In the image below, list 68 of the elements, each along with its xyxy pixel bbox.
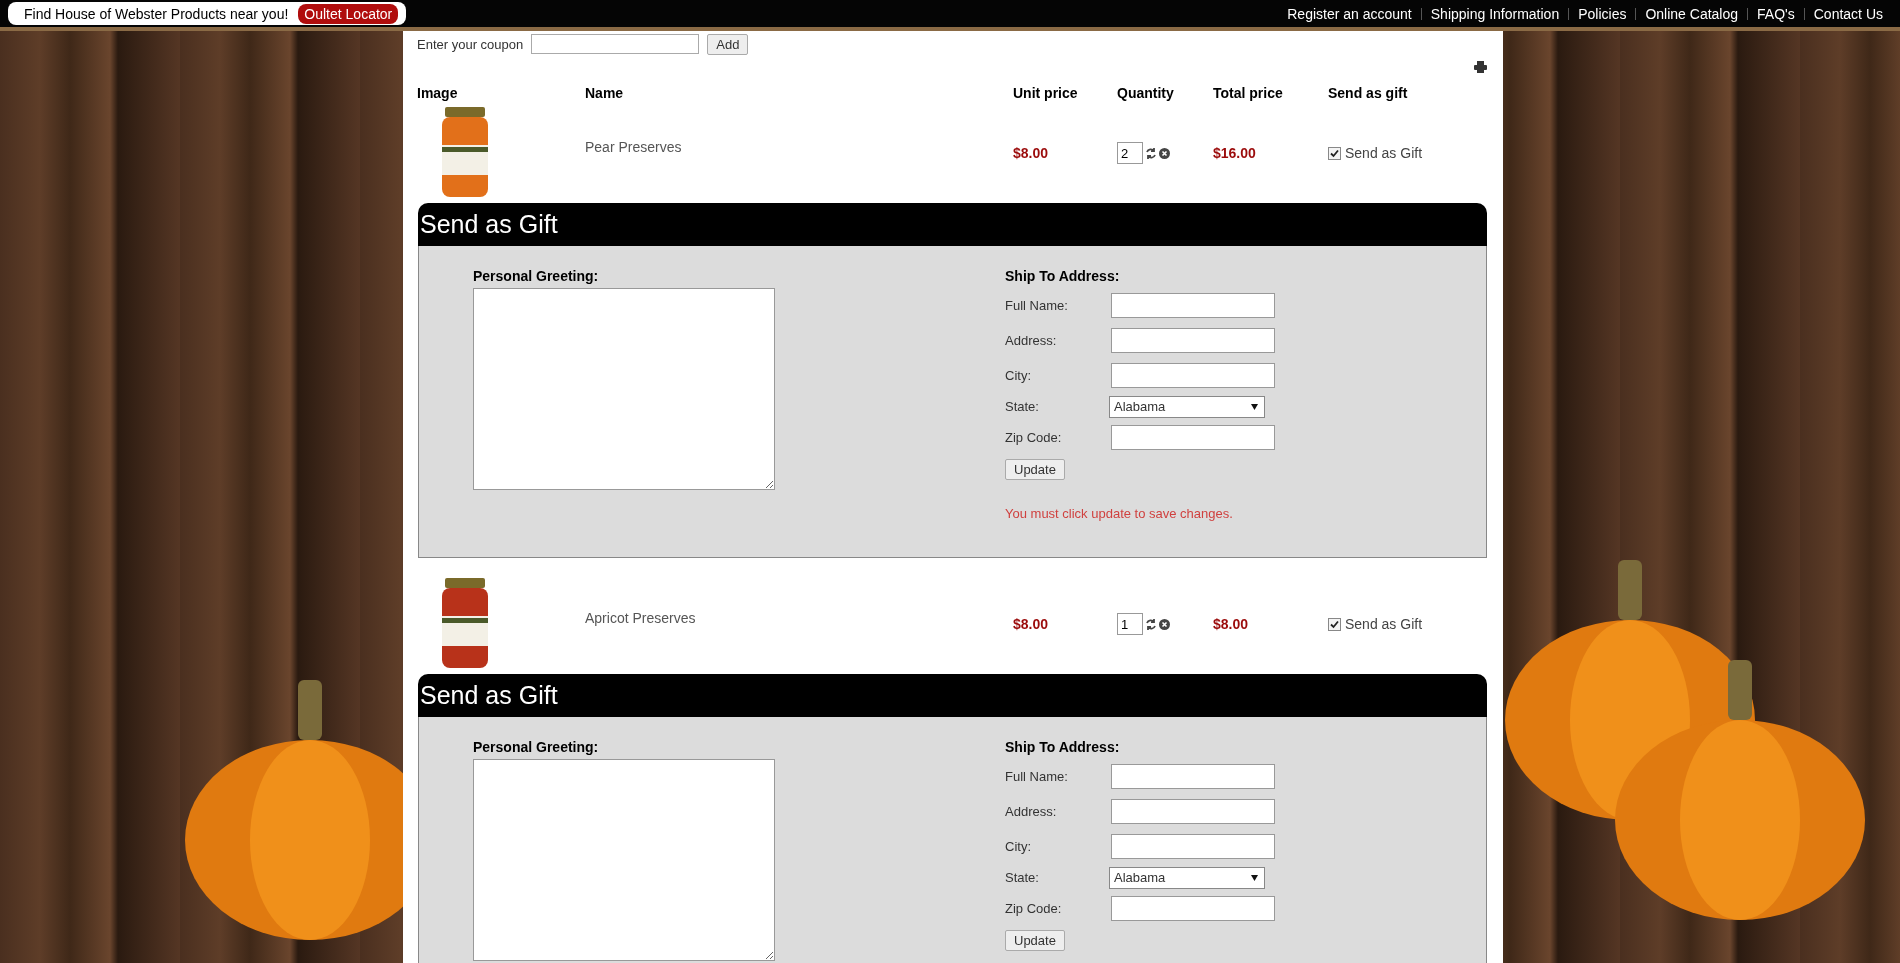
quantity-field[interactable]: 1 xyxy=(1117,613,1143,635)
column-header: Total price xyxy=(1213,84,1284,103)
input-field[interactable] xyxy=(1111,363,1275,388)
update-button[interactable]: Update xyxy=(1005,459,1065,480)
input-field[interactable] xyxy=(1111,293,1275,318)
coupon-field[interactable] xyxy=(531,34,700,54)
state-select[interactable]: Alabama xyxy=(1109,866,1265,889)
gift-checkbox[interactable]: Send as Gift xyxy=(1328,616,1489,632)
promo-text: Find House of Webster Products near you! xyxy=(24,5,289,22)
caret-icon xyxy=(1251,874,1258,881)
quantity-field[interactable]: 2 xyxy=(1117,142,1143,164)
product-name[interactable]: Pear Preserves xyxy=(585,139,1013,155)
input-field[interactable] xyxy=(1111,425,1275,450)
greeting-label: Personal Greeting: xyxy=(473,739,600,755)
remove-icon[interactable] xyxy=(1159,618,1170,630)
column-header: Image xyxy=(417,84,459,103)
checkbox-icon[interactable] xyxy=(1328,617,1341,631)
refresh-icon[interactable] xyxy=(1146,147,1156,159)
locator-button[interactable]: Oultet Locator xyxy=(298,3,399,24)
input-field[interactable] xyxy=(1111,764,1275,789)
input-field[interactable] xyxy=(1111,896,1275,921)
field-label: State: xyxy=(1005,870,1040,885)
update-button[interactable]: Update xyxy=(1005,930,1065,951)
input-field[interactable] xyxy=(1111,834,1275,859)
field-label: Address: xyxy=(1005,333,1058,348)
add-button[interactable]: Add xyxy=(707,33,749,55)
panel-title: Send as Gift xyxy=(418,674,1487,717)
greeting-field[interactable] xyxy=(473,288,775,490)
nav-link[interactable]: Register an account xyxy=(1278,7,1421,20)
field-label: City: xyxy=(1005,368,1032,383)
gift-label: Send as Gift xyxy=(1345,145,1423,161)
address-title: Ship To Address: xyxy=(1005,268,1121,284)
total-price: $16.00 xyxy=(1213,145,1257,161)
field-label: Address: xyxy=(1005,804,1058,819)
product-name[interactable]: Apricot Preserves xyxy=(585,610,1013,626)
greeting-label: Personal Greeting: xyxy=(473,268,600,284)
field-label: State: xyxy=(1005,399,1040,414)
nav-link[interactable]: Shipping Information xyxy=(1420,7,1569,20)
column-header: Name xyxy=(585,84,625,103)
panel-title: Send as Gift xyxy=(418,203,1487,246)
column-header: Unit price xyxy=(1013,84,1079,103)
column-header: Quantity xyxy=(1117,84,1175,103)
remove-icon[interactable] xyxy=(1159,147,1170,159)
nav-link[interactable]: Policies xyxy=(1568,7,1636,20)
greeting-field[interactable] xyxy=(473,759,775,961)
field-label: Full Name: xyxy=(1005,298,1069,313)
nav-link[interactable]: FAQ's xyxy=(1747,7,1804,20)
state-select[interactable]: Alabama xyxy=(1109,395,1265,418)
notice-text: You must click update to save changes. xyxy=(1005,506,1234,521)
field-label: Zip Code: xyxy=(1005,901,1063,916)
gift-label: Send as Gift xyxy=(1345,616,1423,632)
refresh-icon[interactable] xyxy=(1146,618,1156,630)
caret-icon xyxy=(1251,403,1258,410)
unit-price: $8.00 xyxy=(1013,616,1050,632)
checkbox-icon[interactable] xyxy=(1328,146,1341,160)
input-field[interactable] xyxy=(1111,799,1275,824)
field-label: Full Name: xyxy=(1005,769,1069,784)
nav-link[interactable]: Online Catalog xyxy=(1635,7,1748,20)
nav-link[interactable]: Contact Us xyxy=(1803,7,1892,20)
input-field[interactable] xyxy=(1111,328,1275,353)
address-title: Ship To Address: xyxy=(1005,739,1121,755)
column-header: Send as gift xyxy=(1328,84,1409,103)
coupon-label: Enter your coupon xyxy=(417,36,524,52)
total-price: $8.00 xyxy=(1213,616,1250,632)
gift-checkbox[interactable]: Send as Gift xyxy=(1328,145,1489,161)
field-label: City: xyxy=(1005,839,1032,854)
unit-price: $8.00 xyxy=(1013,145,1050,161)
field-label: Zip Code: xyxy=(1005,430,1063,445)
